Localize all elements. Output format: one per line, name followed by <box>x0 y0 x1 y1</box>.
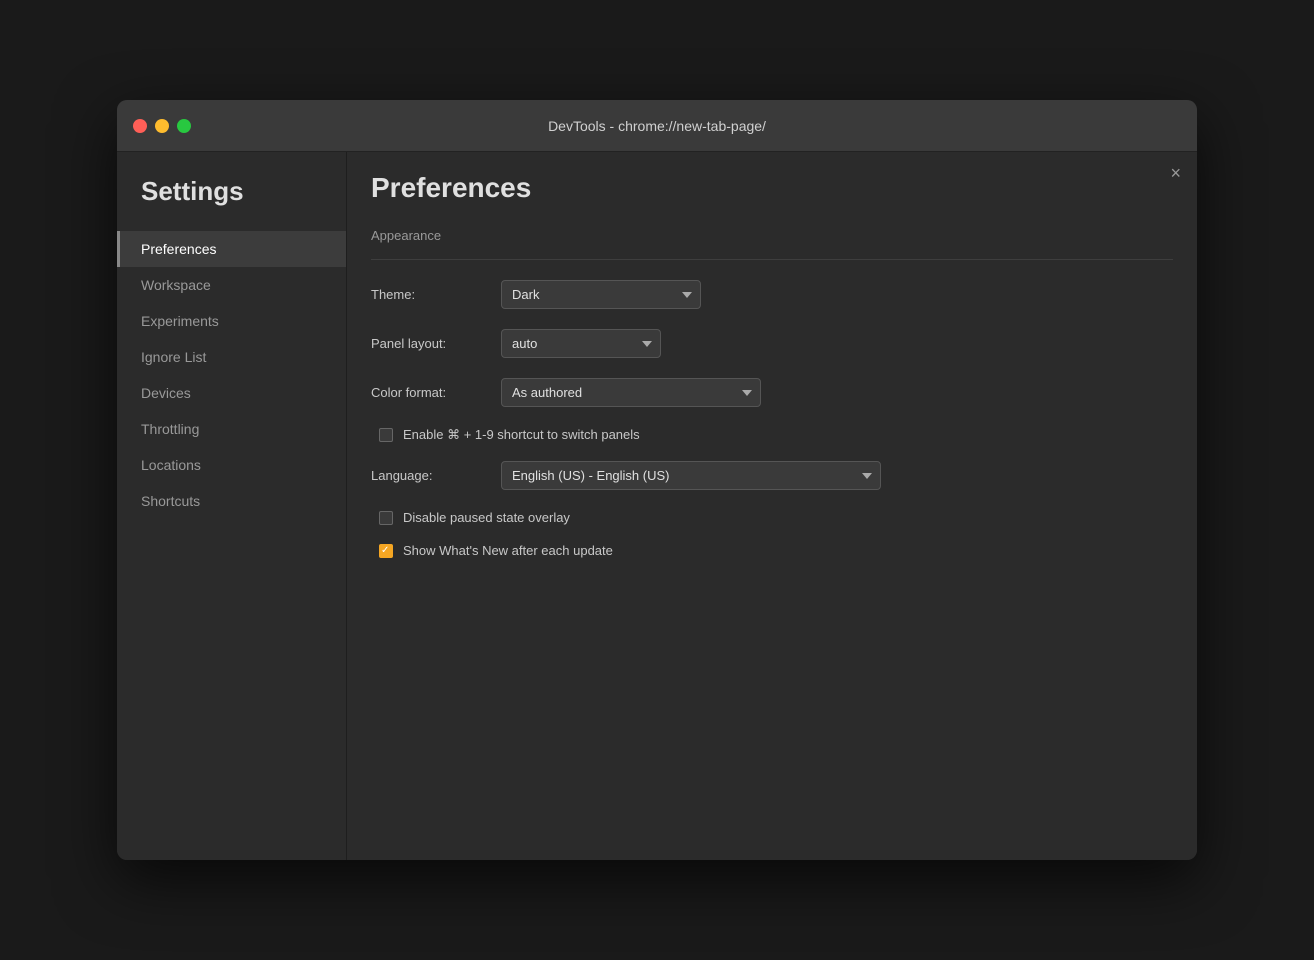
devtools-window: DevTools - chrome://new-tab-page/ Settin… <box>117 100 1197 860</box>
close-button[interactable]: × <box>1170 164 1181 182</box>
show-whats-new-row: Show What's New after each update <box>371 543 1173 558</box>
page-title: Preferences <box>347 152 1197 220</box>
shortcut-checkbox[interactable] <box>379 428 393 442</box>
traffic-lights <box>133 119 191 133</box>
disable-overlay-row: Disable paused state overlay <box>371 510 1173 525</box>
disable-overlay-checkbox[interactable] <box>379 511 393 525</box>
panel-layout-label: Panel layout: <box>371 336 501 351</box>
maximize-traffic-light[interactable] <box>177 119 191 133</box>
theme-row: Theme: Default Dark Light <box>371 280 1173 309</box>
language-row: Language: English (US) - English (US) Sp… <box>371 461 1173 490</box>
main-content: × Preferences Appearance Theme: Default … <box>347 152 1197 860</box>
language-label: Language: <box>371 468 501 483</box>
minimize-traffic-light[interactable] <box>155 119 169 133</box>
sidebar-heading: Settings <box>117 176 346 231</box>
sidebar-item-ignore-list[interactable]: Ignore List <box>117 339 346 375</box>
sidebar-item-experiments[interactable]: Experiments <box>117 303 346 339</box>
sidebar: Settings Preferences Workspace Experimen… <box>117 152 347 860</box>
titlebar: DevTools - chrome://new-tab-page/ <box>117 100 1197 152</box>
panel-layout-select[interactable]: auto horizontal vertical <box>501 329 661 358</box>
color-format-label: Color format: <box>371 385 501 400</box>
color-format-row: Color format: As authored HEX RGB HSL <box>371 378 1173 407</box>
sidebar-item-preferences[interactable]: Preferences <box>117 231 346 267</box>
shortcut-checkbox-label: Enable ⌘ + 1-9 shortcut to switch panels <box>403 427 640 443</box>
language-select[interactable]: English (US) - English (US) Spanish Fren… <box>501 461 881 490</box>
color-format-select[interactable]: As authored HEX RGB HSL <box>501 378 761 407</box>
content-scroll[interactable]: Appearance Theme: Default Dark Light Pan… <box>347 220 1197 860</box>
shortcut-checkbox-row: Enable ⌘ + 1-9 shortcut to switch panels <box>371 427 1173 443</box>
sidebar-item-locations[interactable]: Locations <box>117 447 346 483</box>
theme-label: Theme: <box>371 287 501 302</box>
appearance-section-title: Appearance <box>371 220 1173 260</box>
disable-overlay-label: Disable paused state overlay <box>403 510 570 525</box>
sidebar-item-throttling[interactable]: Throttling <box>117 411 346 447</box>
sidebar-item-devices[interactable]: Devices <box>117 375 346 411</box>
close-traffic-light[interactable] <box>133 119 147 133</box>
window-title: DevTools - chrome://new-tab-page/ <box>548 118 766 134</box>
sidebar-item-workspace[interactable]: Workspace <box>117 267 346 303</box>
show-whats-new-checkbox[interactable] <box>379 544 393 558</box>
theme-select[interactable]: Default Dark Light <box>501 280 701 309</box>
sidebar-item-shortcuts[interactable]: Shortcuts <box>117 483 346 519</box>
window-body: Settings Preferences Workspace Experimen… <box>117 152 1197 860</box>
show-whats-new-label: Show What's New after each update <box>403 543 613 558</box>
panel-layout-row: Panel layout: auto horizontal vertical <box>371 329 1173 358</box>
